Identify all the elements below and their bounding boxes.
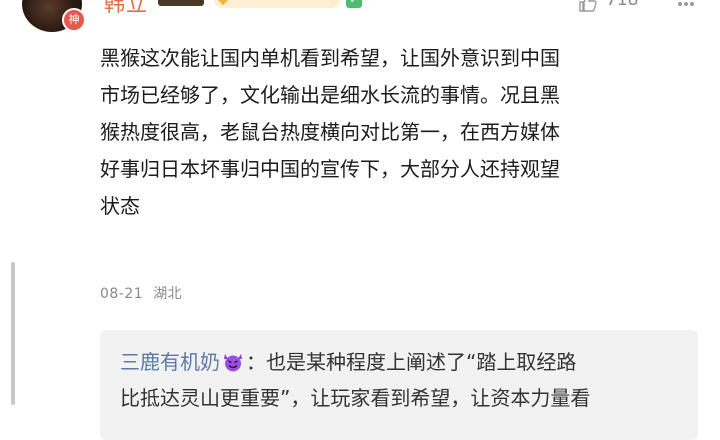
member-badge: ✓ [346,0,362,8]
devil-emoji-icon [224,354,242,372]
level-badge [158,0,204,6]
more-options-icon[interactable] [676,0,696,14]
comment-meta: 08-21 湖北 [100,283,182,303]
comment-date: 08-21 [100,286,144,302]
fan-badge [214,0,340,8]
comment-line: 状态 [100,194,140,218]
reply-text: 三鹿有机奶 ：也是某种程度上阐述了“踏上取经路 比抵达灵山更重要”，让玩家看到希… [120,344,590,416]
scrollbar[interactable] [11,262,15,405]
reply-preview[interactable]: 三鹿有机奶 ：也是某种程度上阐述了“踏上取经路 比抵达灵山更重要”，让玩家看到希… [100,330,698,440]
diamond-icon [215,0,231,6]
reply-line-2: 比抵达灵山更重要”，让玩家看到希望，让资本力量看 [120,386,591,410]
comment-location: 湖北 [153,286,183,302]
comment-line: 黑猴这次能让国内单机看到希望，让国外意识到中国 [100,46,560,70]
reply-separator: ： [246,350,266,374]
comment-body: 黑猴这次能让国内单机看到希望，让国外意识到中国 市场已经够了，文化输出是细水长流… [100,40,700,225]
comment-line: 市场已经够了，文化输出是细水长流的事情。况且黑 [100,83,560,107]
comment-line: 猴热度很高，老鼠台热度横向对比第一，在西方媒体 [100,120,560,144]
avatar-badge: 神 [62,8,86,32]
reply-line-1: 也是某种程度上阐述了“踏上取经路 [266,350,577,374]
comment-line: 好事归日本坏事归中国的宣传下，大部分人还持观望 [100,157,560,181]
thumbs-up-icon[interactable] [578,0,598,12]
comment-author[interactable]: 韩立 [104,0,148,18]
like-count: 718 [606,0,639,10]
reply-username[interactable]: 三鹿有机奶 [120,350,220,374]
